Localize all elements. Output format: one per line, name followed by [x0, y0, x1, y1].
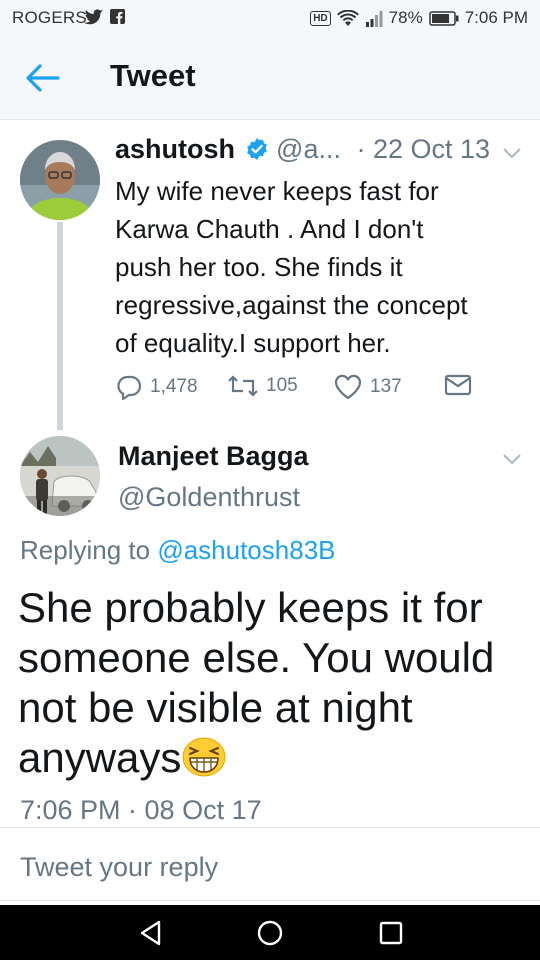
ashutosh-avatar-image [20, 140, 100, 220]
original-tweet-line: of equality.I support her. [115, 328, 391, 358]
original-author-name[interactable]: ashutosh [115, 134, 235, 164]
battery-percent: 78% [388, 8, 423, 27]
replying-to-label: Replying to [20, 535, 151, 565]
original-tweet-line: Karwa Chauth . And I don't [115, 214, 424, 244]
original-tweet-text: My wife never keeps fast for Karwa Chaut… [115, 172, 520, 362]
reply-icon [117, 375, 142, 400]
reply-tweet-line: someone else. You would [18, 634, 495, 681]
envelope-icon [444, 374, 472, 396]
reply-tweet-line: anyways [18, 734, 182, 781]
original-tweet-line: push her too. She finds it [115, 252, 403, 282]
reply-timestamp: 7:06 PM · 08 Oct 17 [20, 795, 262, 825]
reply-tweet-last-line: anyways [18, 733, 528, 783]
app-header: Tweet [0, 36, 540, 120]
reply-input[interactable]: Tweet your reply [20, 852, 218, 883]
reply-count: 1,478 [150, 376, 198, 397]
reply-tweet-menu-chevron-icon[interactable] [500, 452, 524, 466]
original-tweet-date: · 22 Oct 13 [356, 134, 491, 164]
heart-icon [334, 374, 362, 400]
signal-icon [365, 10, 383, 27]
like-count: 137 [370, 376, 402, 397]
retweet-count: 105 [266, 375, 298, 396]
divider [0, 827, 540, 828]
status-indicators: HD 78% 7:06 PM [310, 8, 528, 28]
hd-badge: HD [310, 10, 331, 26]
reply-action[interactable]: 1,478 [116, 374, 198, 400]
reply-tweet-line: She probably keeps it for [18, 584, 483, 631]
page-title: Tweet [110, 58, 196, 93]
original-author-handle[interactable]: @a... [276, 134, 341, 164]
retweet-action[interactable]: 105 [228, 374, 298, 398]
divider [0, 900, 540, 901]
wifi-icon [336, 9, 359, 26]
back-triangle-icon[interactable] [136, 919, 166, 947]
grinning-squinting-face-emoji-icon [182, 737, 226, 777]
home-circle-icon[interactable] [255, 919, 285, 947]
battery-icon [428, 10, 459, 26]
replying-to-line: Replying to @ashutosh83B [20, 535, 336, 566]
reply-tweet-line: not be visible at night [18, 684, 413, 731]
message-action[interactable] [444, 374, 472, 396]
original-tweet-menu-chevron-icon[interactable] [500, 146, 524, 160]
verified-badge-icon [246, 138, 267, 160]
reply-tweet-text: She probably keeps it for someone else. … [18, 583, 528, 783]
clock: 7:06 PM [464, 8, 528, 27]
replying-to-handle-link[interactable]: @ashutosh83B [157, 535, 335, 565]
status-bar: ROGERS HD 78% 7:06 PM [0, 0, 540, 36]
retweet-icon [228, 375, 258, 397]
original-tweet-line: My wife never keeps fast for [115, 176, 439, 206]
carrier-label: ROGERS [12, 8, 87, 27]
original-tweet-line: regressive,against the concept [115, 290, 468, 320]
recents-square-icon[interactable] [376, 919, 406, 947]
back-arrow-icon[interactable] [22, 60, 62, 96]
original-tweet-actions: 1,478 105 137 [0, 374, 540, 404]
twitter-notification-icon [84, 9, 104, 25]
manjeet-avatar[interactable] [20, 436, 100, 516]
navigation-bar [0, 905, 540, 960]
reply-author-handle[interactable]: @Goldenthrust [118, 482, 300, 513]
manjeet-avatar-image [20, 436, 100, 516]
ashutosh-avatar[interactable] [20, 140, 100, 220]
like-action[interactable]: 137 [334, 374, 402, 400]
reply-author-name[interactable]: Manjeet Bagga [118, 441, 309, 472]
original-tweet-header: ashutosh @a... · 22 Oct 13 [115, 134, 490, 165]
facebook-notification-icon [110, 9, 125, 24]
